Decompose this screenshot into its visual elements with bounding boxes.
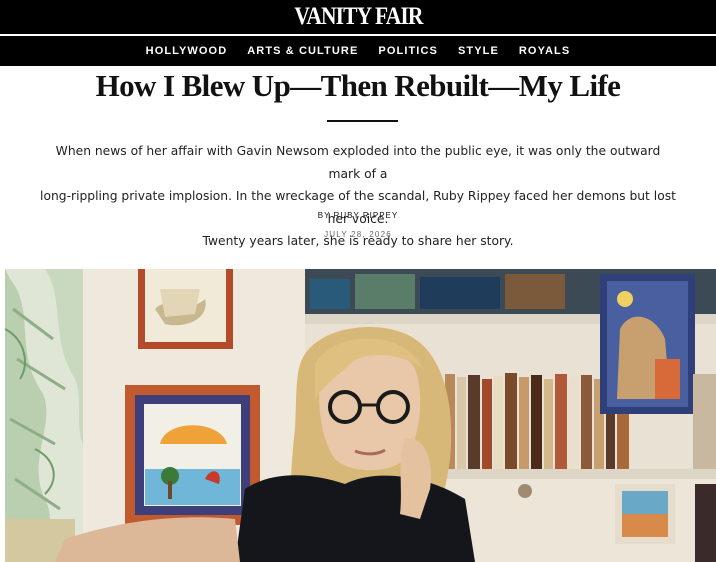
masthead: VANITY FAIR [0, 0, 716, 34]
dek-line: When news of her affair with Gavin Newso… [55, 144, 661, 181]
article-headline: How I Blew Up—Then Rebuilt—My Life [95, 68, 621, 103]
nav-item-hollywood[interactable]: HOLLYWOOD [146, 45, 228, 57]
nav-item-arts-culture[interactable]: ARTS & CULTURE [247, 45, 358, 57]
vanity-fair-logo[interactable]: VANITY FAIR [294, 3, 423, 31]
hero-photo [5, 269, 716, 562]
headline-rule [327, 120, 398, 122]
main-nav: HOLLYWOOD ARTS & CULTURE POLITICS STYLE … [0, 36, 716, 66]
nav-item-politics[interactable]: POLITICS [378, 45, 438, 57]
framed-art-bottom [125, 385, 260, 525]
dek-line: long-rippling private implosion. In the … [40, 189, 676, 226]
leaf-curtain [5, 269, 83, 562]
article-date: JULY 28, 2026 [324, 230, 392, 239]
article-byline[interactable]: BY RUBY RIPPEY [0, 211, 716, 220]
hero-photo-illustration [5, 269, 716, 562]
nav-item-royals[interactable]: ROYALS [519, 45, 570, 57]
nav-item-style[interactable]: STYLE [458, 45, 499, 57]
framed-art-top [138, 269, 233, 349]
